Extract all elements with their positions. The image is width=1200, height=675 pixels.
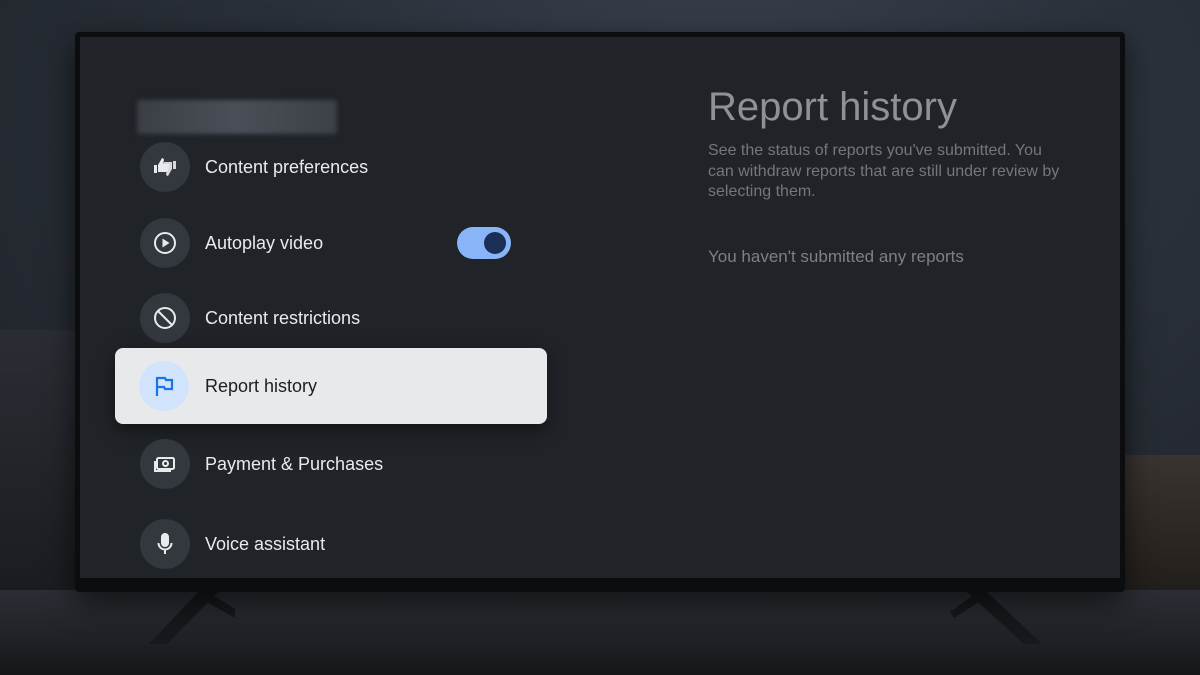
autoplay-toggle[interactable] [457, 227, 511, 259]
payment-icon [140, 439, 190, 489]
menu-item-report-history[interactable]: Report history [115, 348, 547, 424]
menu-item-voice-assistant[interactable]: Voice assistant [140, 514, 560, 574]
tv-stand-left [149, 590, 235, 644]
menu-item-label: Report history [205, 375, 318, 396]
thumbs-up-down-icon [140, 142, 190, 192]
menu-item-label: Payment & Purchases [205, 453, 384, 474]
detail-title: Report history [708, 85, 957, 129]
menu-item-content-restrictions[interactable]: Content restrictions [140, 288, 560, 348]
menu-item-label: Content restrictions [205, 307, 361, 328]
menu-item-content-preferences[interactable]: Content preferences [140, 137, 560, 197]
tv-screen: Content preferences Autoplay video Conte… [80, 37, 1120, 578]
room-shelf-left [0, 330, 80, 590]
room-shelf-right [1120, 455, 1200, 590]
play-circle-icon [140, 218, 190, 268]
menu-item-label: Content preferences [205, 156, 369, 177]
menu-item-label: Voice assistant [205, 533, 326, 554]
detail-description: See the status of reports you've submitt… [708, 142, 1060, 200]
toggle-knob [484, 232, 506, 254]
flag-icon [139, 361, 189, 411]
block-icon [140, 293, 190, 343]
menu-item-payment-purchases[interactable]: Payment & Purchases [140, 434, 560, 494]
microphone-icon [140, 519, 190, 569]
empty-state-message: You haven't submitted any reports [708, 247, 964, 266]
tv-frame: Content preferences Autoplay video Conte… [75, 32, 1125, 592]
menu-item-label: Autoplay video [205, 232, 324, 253]
settings-header-blurred [137, 100, 337, 134]
tv-stand-right [950, 590, 1040, 644]
